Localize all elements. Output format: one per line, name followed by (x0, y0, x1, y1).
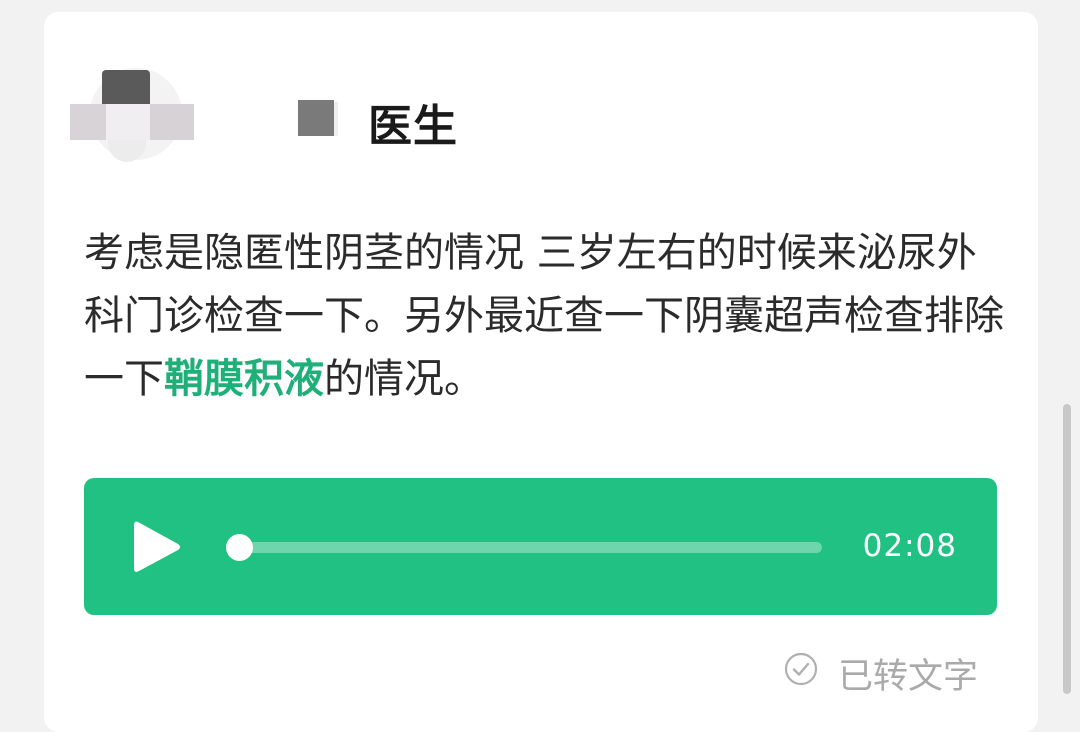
audio-progress-knob[interactable] (226, 534, 253, 561)
scrollbar[interactable] (1063, 404, 1071, 694)
transcribed-label: 已转文字 (838, 657, 979, 697)
audio-progress-track[interactable] (236, 542, 822, 553)
doctor-name: 医生 (368, 101, 458, 152)
audio-duration: 02:08 (862, 528, 957, 564)
check-circle-icon (784, 652, 818, 686)
avatar-blur-block (150, 104, 194, 140)
name-blur-mask (298, 100, 334, 136)
highlighted-term[interactable]: 鞘膜积液 (164, 356, 324, 402)
play-button[interactable] (132, 518, 182, 576)
avatar-blur-block (70, 104, 106, 140)
message-text-tail: 的情况。 (324, 356, 484, 402)
play-icon (134, 521, 180, 572)
audio-player[interactable]: 02:08 (84, 478, 997, 615)
message-text: 考虑是隐匿性阴茎的情况 三岁左右的时候来泌尿外科门诊检查一下。另外最近查一下阴囊… (84, 222, 1014, 411)
avatar[interactable] (62, 66, 194, 166)
transcribed-status[interactable]: 已转文字 (784, 648, 1034, 698)
doctor-header: 医生 (62, 66, 762, 166)
avatar-blur-block (106, 104, 150, 140)
avatar-blur-block (102, 70, 150, 106)
